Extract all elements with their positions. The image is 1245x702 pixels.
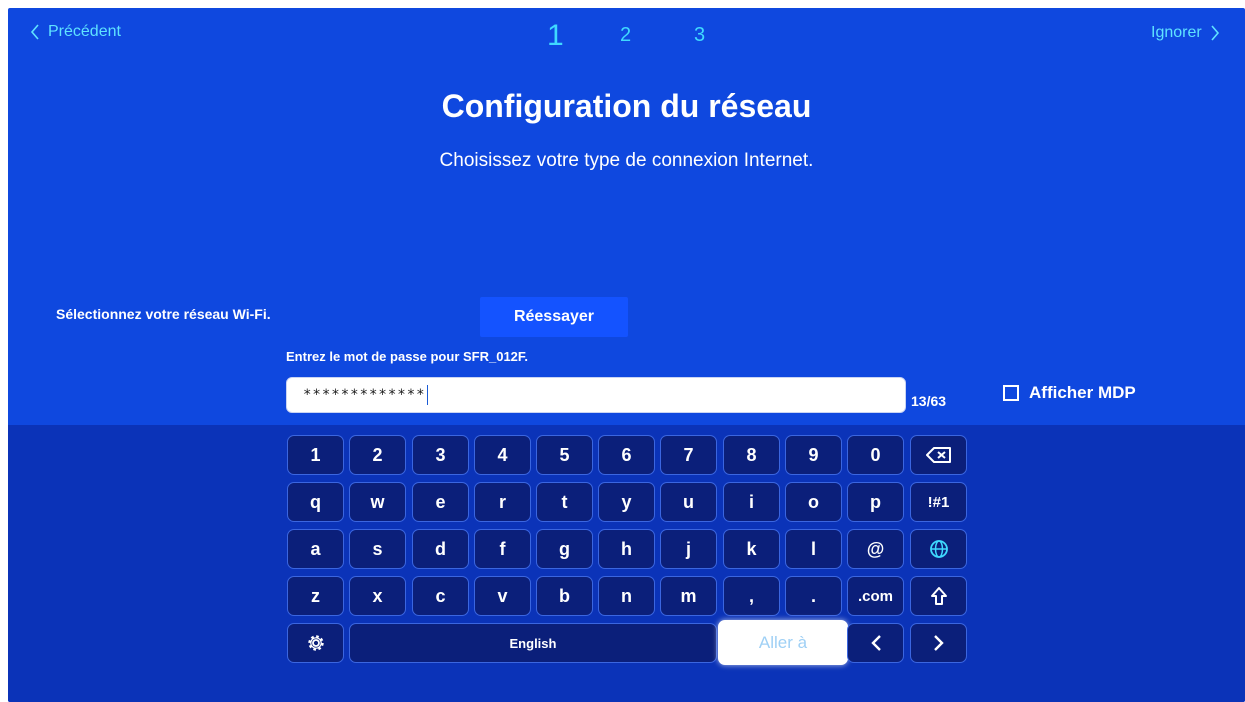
text-caret <box>426 385 428 405</box>
key-k[interactable]: k <box>723 529 780 569</box>
back-label: Précédent <box>48 23 121 40</box>
key-6[interactable]: 6 <box>598 435 655 475</box>
key-3[interactable]: 3 <box>412 435 469 475</box>
space-key[interactable]: English <box>349 623 717 663</box>
key-period[interactable]: . <box>785 576 842 616</box>
key-j[interactable]: j <box>660 529 717 569</box>
chevron-left-icon <box>30 24 39 40</box>
key-h[interactable]: h <box>598 529 655 569</box>
key-5[interactable]: 5 <box>536 435 593 475</box>
key-comma[interactable]: , <box>723 576 780 616</box>
key-z[interactable]: z <box>287 576 344 616</box>
shift-key[interactable] <box>910 576 967 616</box>
key-r[interactable]: r <box>474 482 531 522</box>
skip-button[interactable]: Ignorer <box>1151 24 1220 42</box>
key-y[interactable]: y <box>598 482 655 522</box>
key-g[interactable]: g <box>536 529 593 569</box>
key-2[interactable]: 2 <box>349 435 406 475</box>
key-w[interactable]: w <box>349 482 406 522</box>
checkbox-icon <box>1003 385 1019 401</box>
backspace-key[interactable] <box>910 435 967 475</box>
cursor-left-key[interactable] <box>847 623 904 663</box>
wifi-select-label: Sélectionnez votre réseau Wi-Fi. <box>56 306 271 322</box>
retry-button[interactable]: Réessayer <box>480 297 628 337</box>
show-password-label: Afficher MDP <box>1029 383 1136 402</box>
page-subtitle: Choisissez votre type de connexion Inter… <box>439 150 814 171</box>
shift-up-arrow-icon <box>930 587 947 605</box>
password-value: ************* <box>303 387 426 403</box>
step-2: 2 <box>620 24 632 46</box>
key-m[interactable]: m <box>660 576 717 616</box>
key-f[interactable]: f <box>474 529 531 569</box>
key-0[interactable]: 0 <box>847 435 904 475</box>
key-s[interactable]: s <box>349 529 406 569</box>
chevron-right-icon <box>1211 25 1219 41</box>
globe-icon <box>929 540 948 558</box>
chevron-left-icon <box>870 635 881 651</box>
back-button[interactable]: Précédent <box>30 23 121 41</box>
show-password-toggle[interactable]: Afficher MDP <box>1003 383 1136 403</box>
key-t[interactable]: t <box>536 482 593 522</box>
key-4[interactable]: 4 <box>474 435 531 475</box>
key-x[interactable]: x <box>349 576 406 616</box>
key-9[interactable]: 9 <box>785 435 842 475</box>
backspace-icon <box>925 447 951 463</box>
key-dotcom[interactable]: .com <box>847 576 904 616</box>
key-1[interactable]: 1 <box>287 435 344 475</box>
key-l[interactable]: l <box>785 529 842 569</box>
char-counter: 13/63 <box>911 393 947 409</box>
key-at[interactable]: @ <box>847 529 904 569</box>
settings-key[interactable] <box>287 623 344 663</box>
key-b[interactable]: b <box>536 576 593 616</box>
key-u[interactable]: u <box>660 482 717 522</box>
key-n[interactable]: n <box>598 576 655 616</box>
key-d[interactable]: d <box>412 529 469 569</box>
password-prompt: Entrez le mot de passe pour SFR_012F. <box>286 349 529 364</box>
skip-label: Ignorer <box>1151 24 1202 41</box>
key-q[interactable]: q <box>287 482 344 522</box>
key-e[interactable]: e <box>412 482 469 522</box>
symbols-key[interactable]: !#1 <box>910 482 967 522</box>
key-8[interactable]: 8 <box>723 435 780 475</box>
key-i[interactable]: i <box>723 482 780 522</box>
key-a[interactable]: a <box>287 529 344 569</box>
password-input[interactable]: ************* <box>286 377 906 413</box>
go-button[interactable]: Aller à <box>718 620 848 665</box>
key-v[interactable]: v <box>474 576 531 616</box>
gear-icon <box>307 635 324 651</box>
key-o[interactable]: o <box>785 482 842 522</box>
key-p[interactable]: p <box>847 482 904 522</box>
key-7[interactable]: 7 <box>660 435 717 475</box>
key-c[interactable]: c <box>412 576 469 616</box>
cursor-right-key[interactable] <box>910 623 967 663</box>
page-title: Configuration du réseau <box>441 88 812 124</box>
step-3: 3 <box>694 24 706 46</box>
language-key[interactable] <box>910 529 967 569</box>
setup-screen: Précédent 1 2 3 Ignorer Configuration du… <box>8 8 1245 702</box>
chevron-right-icon <box>933 635 944 651</box>
step-1: 1 <box>547 19 564 52</box>
